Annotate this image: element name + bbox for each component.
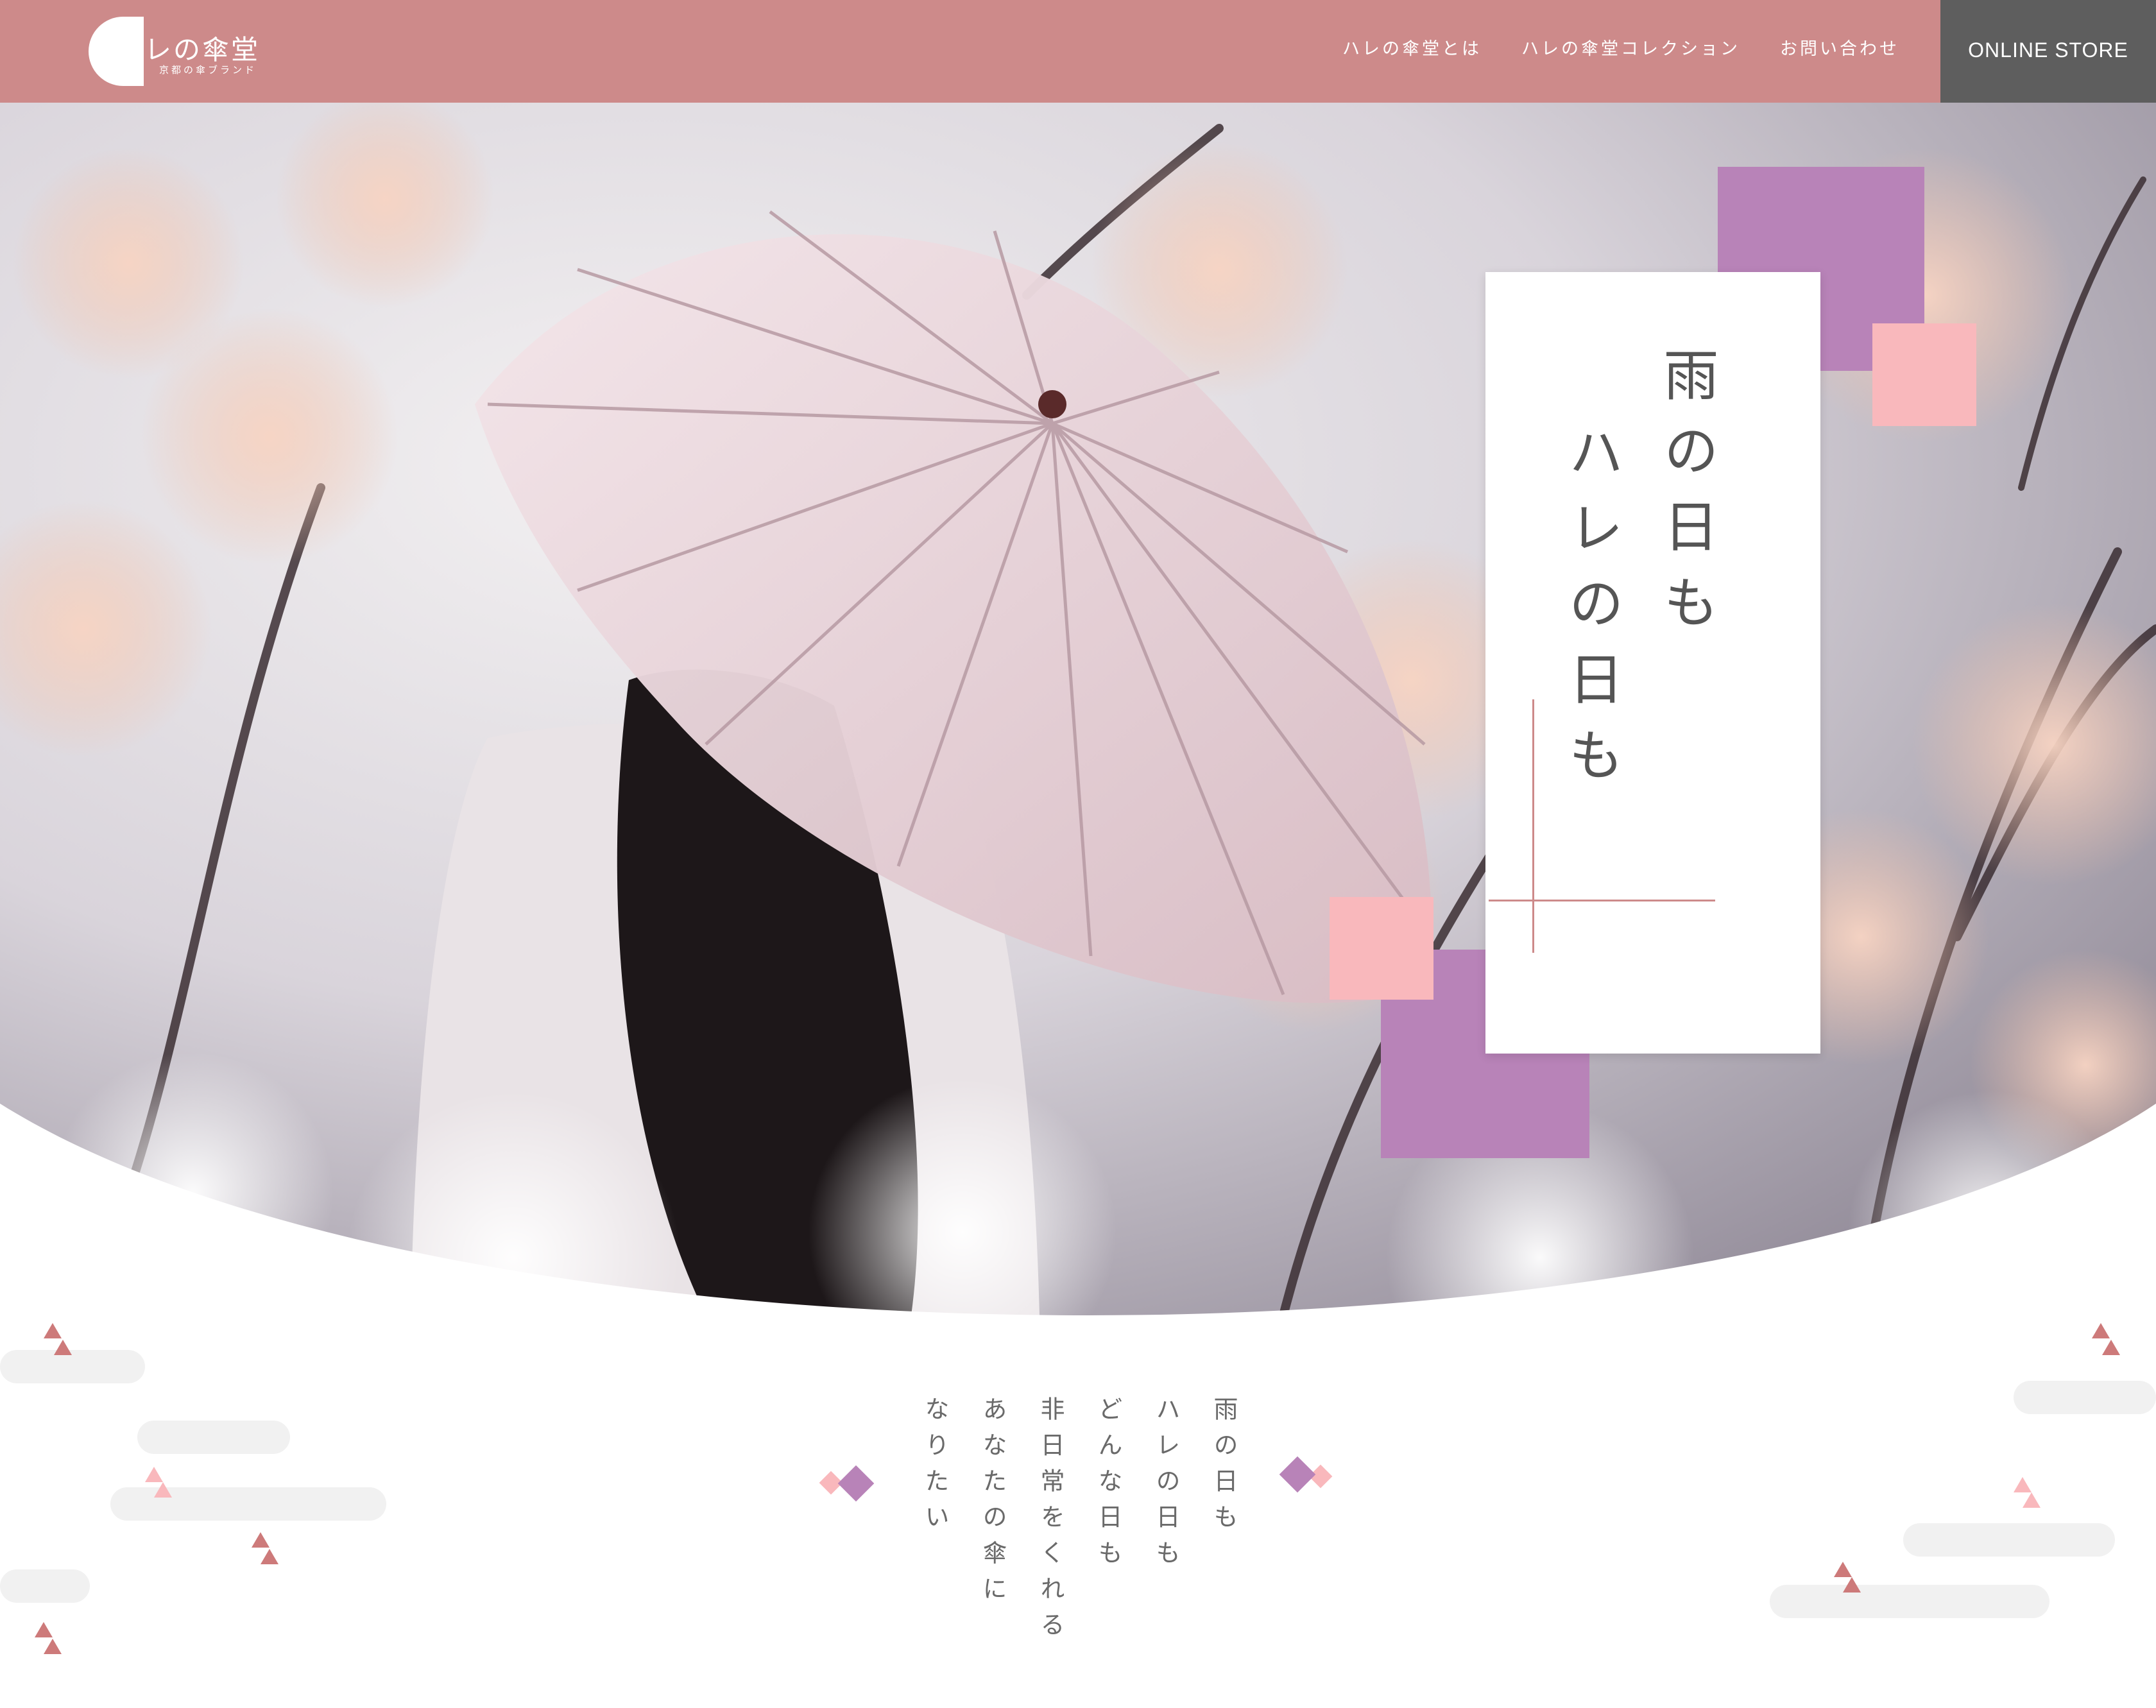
logo-subtitle: 京都の傘ブランド [159,64,257,76]
tri-deco [2023,1492,2041,1508]
tri-deco [44,1323,62,1338]
tri-deco [261,1549,278,1564]
tri-deco [44,1639,62,1654]
cloud-left-3 [110,1487,386,1521]
site-header: ハレの傘堂 京都の傘ブランド ハレの傘堂とは ハレの傘堂コレクション お問い合わ… [0,0,2156,103]
message-line-6: なりたい [921,1396,949,1540]
message-line-1: 雨の日も [1210,1396,1238,1540]
tri-deco [145,1467,163,1482]
tri-deco [154,1482,172,1498]
tri-deco [2102,1340,2120,1355]
hero-title-line1: 雨の日も [1654,346,1718,649]
logo-text: ハレの傘堂 [116,34,261,65]
tri-deco [54,1340,72,1355]
online-store-button[interactable]: ONLINE STORE [1940,0,2156,103]
cloud-right-3 [1770,1585,2049,1618]
diamond-purple-left [837,1465,875,1502]
tri-deco [1843,1577,1861,1593]
deco-square-pink-top [1872,323,1976,426]
message-line-2: ハレの日も [1152,1396,1180,1576]
nav-item-about[interactable]: ハレの傘堂とは [1342,35,1482,60]
tri-deco [252,1532,270,1548]
tri-deco [2014,1477,2032,1492]
card-accent-horizontal-line [1489,900,1715,901]
hero-title-line2: ハレの日も [1559,423,1623,802]
main-nav: ハレの傘堂とは ハレの傘堂コレクション お問い合わせ [1342,35,1899,60]
tri-deco [35,1622,53,1637]
card-accent-vertical-line [1532,699,1534,953]
deco-square-pink-bottom [1330,897,1433,1000]
diamond-purple-right [1279,1456,1316,1493]
message-line-3: どんな日も [1094,1396,1122,1576]
cloud-left-2 [137,1421,290,1454]
cloud-right-1 [2014,1381,2156,1414]
site-logo[interactable]: ハレの傘堂 京都の傘ブランド [89,13,258,90]
tri-deco [1834,1562,1852,1577]
nav-item-contact[interactable]: お問い合わせ [1780,35,1899,60]
nav-item-collection[interactable]: ハレの傘堂コレクション [1521,35,1740,60]
message-line-5: あなたの傘に [979,1396,1007,1612]
message-line-4: 非日常をくれる [1036,1396,1065,1648]
cloud-right-2 [1903,1523,2115,1557]
cloud-left-4 [0,1569,90,1603]
tri-deco [2092,1323,2110,1338]
cloud-left-1 [0,1350,145,1383]
